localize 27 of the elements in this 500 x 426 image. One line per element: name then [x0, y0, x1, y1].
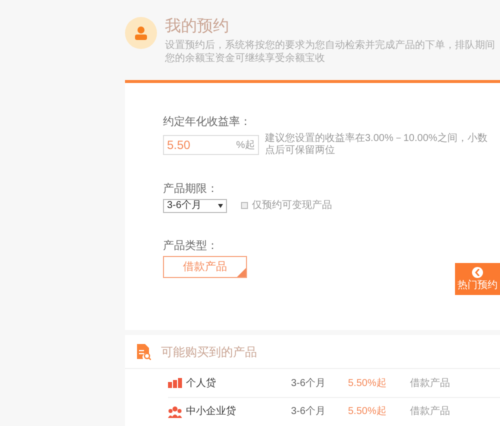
product-name: 个人贷 — [186, 376, 216, 390]
people-icon — [168, 406, 182, 418]
checkbox[interactable] — [241, 202, 248, 209]
field-label: 约定年化收益率： — [163, 115, 252, 129]
section-title: 可能购买到的产品 — [161, 344, 257, 360]
checkbox-label: 仅预约可变现产品 — [252, 198, 332, 213]
term-dropdown[interactable]: 3-6个月 — [163, 198, 227, 212]
rate-field[interactable]: 5.50 %起 — [163, 135, 259, 155]
caret-icon — [218, 204, 223, 208]
product-rate: 5.50%起 — [348, 376, 388, 390]
product-term: 3-6个月 — [291, 376, 326, 390]
document-search-icon — [136, 344, 151, 360]
product-type: 借款产品 — [410, 404, 450, 419]
bar-chart-icon — [168, 378, 182, 388]
hot-reservation-button[interactable]: 热门预约 — [455, 263, 500, 295]
product-name: 中小企业贷 — [186, 404, 236, 419]
product-type-option[interactable]: 借款产品 — [163, 256, 247, 278]
field-label: 产品类型： — [163, 239, 219, 253]
page-description: 设置预约后，系统将按您的要求为您自动检索并完成产品的下单，排队期间您的余额宝资金可继续享受余额宝收 — [165, 39, 495, 65]
product-rate: 5.50%起 — [348, 404, 388, 419]
product-type: 借款产品 — [410, 376, 450, 390]
user-avatar-icon — [125, 17, 157, 49]
rate-hint: 建议您设置的收益率在3.00%－10.00%之间，小数点后可保留两位 — [265, 133, 488, 157]
page-title: 我的预约 — [165, 17, 230, 37]
back-arrow-icon — [472, 266, 483, 278]
field-label: 产品期限： — [163, 182, 219, 196]
product-term: 3-6个月 — [291, 405, 326, 419]
